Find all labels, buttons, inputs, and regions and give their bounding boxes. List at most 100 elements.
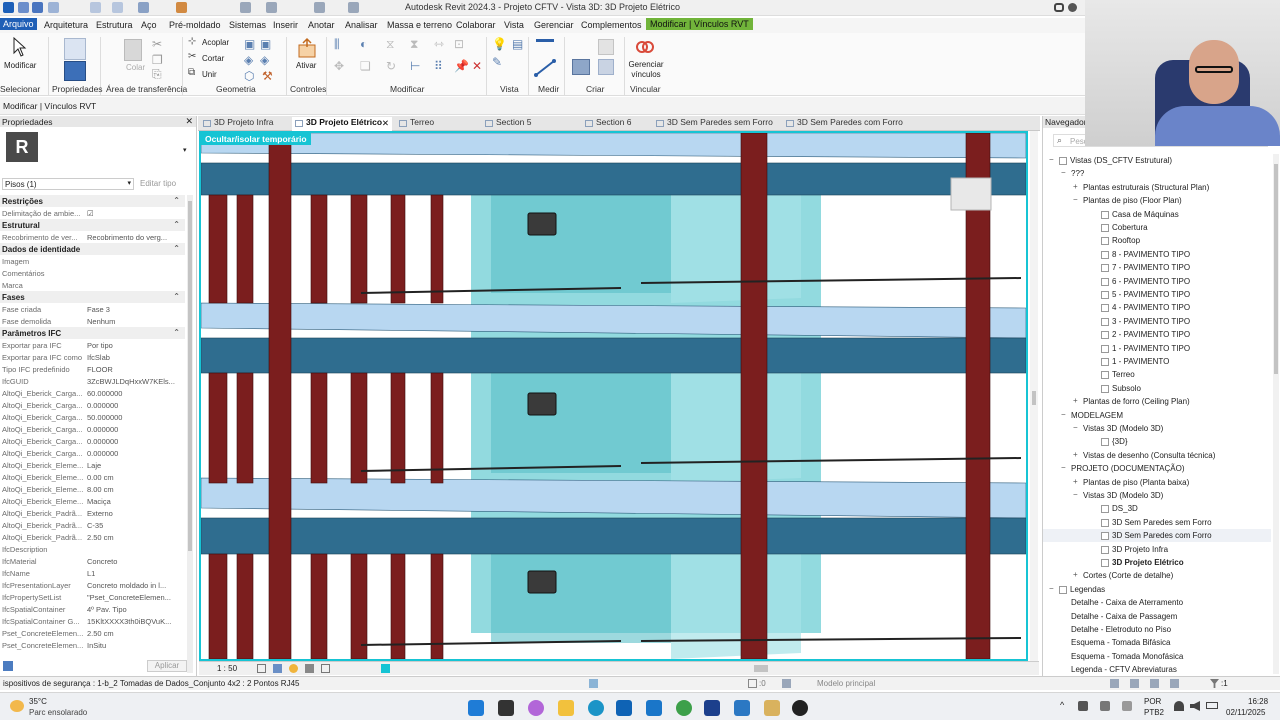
property-section[interactable]: Estrutural ⌃ [0,219,185,231]
edit-type-button[interactable]: Editar tipo [140,179,176,188]
expand-toggle-icon[interactable]: − [1061,168,1066,177]
navigator-item[interactable]: Subsolo [1043,382,1271,395]
property-section[interactable]: Fases ⌃ [0,291,185,303]
acoplar-icon[interactable]: ⊹ [188,36,196,47]
file-explorer-icon[interactable] [558,700,574,716]
tray-icon[interactable] [1078,701,1088,711]
offset-icon[interactable]: ◐ [360,37,367,51]
close-icon[interactable]: ✕ [185,116,193,127]
navigator-item[interactable]: −??? [1043,167,1271,180]
geometry-tool-icon[interactable]: ▣ [244,37,255,51]
property-value[interactable]: Por tipo [87,341,177,350]
navigator-item[interactable]: 3D Sem Paredes com Forro [1043,529,1271,543]
property-value[interactable]: 2.50 cm [87,533,177,542]
navigator-item[interactable]: 3D Projeto Elétrico [1043,556,1271,569]
navigator-item[interactable]: + Vistas de desenho (Consulta técnica) [1043,449,1271,462]
create-group-icon[interactable] [598,59,614,75]
status-tool-icon[interactable] [1170,679,1179,688]
geometry-tool-icon[interactable]: ◈ [260,53,269,67]
navigator-item[interactable]: Cobertura [1043,221,1271,234]
collapse-icon[interactable]: ⌃ [173,244,180,253]
property-row[interactable]: AltoQi_Eberick_Carga... 0.000000 [0,423,185,435]
navigator-item[interactable]: Terreo [1043,368,1271,381]
property-value[interactable]: C-35 [87,521,177,530]
property-row[interactable]: IfcMaterial Concreto [0,555,185,567]
expand-toggle-icon[interactable]: + [1073,450,1078,459]
dimension-tool-icon[interactable] [534,59,556,77]
property-row[interactable]: IfcDescription [0,543,185,555]
scrollbar-thumb[interactable] [1274,164,1278,374]
property-row[interactable]: AltoQi_Eberick_Carga... 0.000000 [0,447,185,459]
property-row[interactable]: AltoQi_Eberick_Carga... 0.000000 [0,399,185,411]
scale-icon[interactable]: ⊡ [454,37,464,51]
property-value[interactable]: InSitu [87,641,177,650]
visual-style-icon[interactable] [273,664,282,673]
navigator-item[interactable]: + Plantas de piso (Planta baixa) [1043,476,1271,489]
battery-icon[interactable] [1206,702,1218,709]
property-row[interactable]: AltoQi_Eberick_Carga... 0.000000 [0,435,185,447]
property-value[interactable]: Maciça [87,497,177,506]
property-row[interactable]: Imagem [0,255,185,267]
property-value[interactable]: 0.000000 [87,425,177,434]
expand-toggle-icon[interactable]: − [1073,490,1078,499]
expand-toggle-icon[interactable]: + [1073,570,1078,579]
trim-icon[interactable]: ⊢ [410,59,420,73]
create-parts-icon[interactable] [598,39,614,55]
navigator-item[interactable]: − Plantas de piso (Floor Plan) [1043,194,1271,207]
property-value[interactable]: Nenhum [87,317,177,326]
viewport-vscrollbar[interactable] [1030,131,1038,661]
binoculars-icon[interactable] [1054,3,1064,12]
geometry-tool-icon[interactable]: ◈ [244,53,253,67]
property-row[interactable]: AltoQi_Eberick_Padrã... 2.50 cm [0,531,185,543]
property-value[interactable]: 0.00 cm [87,473,177,482]
tray-icon[interactable] [1100,701,1110,711]
navigator-item[interactable]: + Plantas de forro (Ceiling Plan) [1043,395,1271,408]
match-icon[interactable]: ⎘ [152,67,162,82]
status-tool-icon[interactable] [1130,679,1139,688]
navigator-item[interactable]: − Vistas 3D (Modelo 3D) [1043,422,1271,435]
navigator-item[interactable]: 3D Sem Paredes sem Forro [1043,516,1271,529]
notepad-icon[interactable] [764,700,780,716]
navigator-item[interactable]: {3D} [1043,435,1271,448]
type-properties-icon[interactable] [64,61,86,81]
navigator-scrollbar[interactable] [1273,154,1279,674]
outlook-icon[interactable] [616,700,632,716]
expand-toggle-icon[interactable]: − [1061,463,1066,472]
property-row[interactable]: IfcPresentationLayer Concreto moldado in … [0,579,185,591]
app-icon[interactable] [734,700,750,716]
menu-estrutura[interactable]: Estrutura [96,20,133,30]
apply-button[interactable]: Aplicar [147,660,187,672]
property-row[interactable]: AltoQi_Eberick_Eleme... Laje [0,459,185,471]
property-row[interactable]: Pset_ConcreteElemen... InSitu [0,639,185,651]
navigator-item[interactable]: 1 - PAVIMENTO TIPO [1043,342,1271,355]
property-value[interactable]: Concreto [87,557,177,566]
ativar-button[interactable]: Ativar [296,61,316,70]
navigator-item[interactable]: 6 - PAVIMENTO TIPO [1043,275,1271,288]
collapse-icon[interactable]: ⌃ [173,220,180,229]
paste-button[interactable]: Colar [126,63,145,72]
hscroll-thumb[interactable] [754,665,768,672]
navigator-item[interactable]: 3 - PAVIMENTO TIPO [1043,315,1271,328]
ativar-icon[interactable] [296,37,318,59]
sun-path-icon[interactable] [289,664,298,673]
property-section[interactable]: Parâmetros IFC ⌃ [0,327,185,339]
acoplar-button[interactable]: Acoplar [202,38,229,47]
navigator-item[interactable]: − PROJETO (DOCUMENTAÇÃO) [1043,462,1271,475]
expand-toggle-icon[interactable]: + [1073,182,1078,191]
detail-level-icon[interactable] [257,664,266,673]
tray-chevron-icon[interactable]: ^ [1060,700,1064,710]
rotate-icon[interactable]: ↻ [386,59,396,73]
property-value[interactable]: IfcSlab [87,353,177,362]
property-value[interactable]: 0.000000 [87,437,177,446]
property-value[interactable]: Concreto moldado in l... [87,581,177,590]
scrollbar-thumb[interactable] [188,201,192,551]
navigator-item[interactable]: 2 - PAVIMENTO TIPO [1043,328,1271,341]
menu-inserir[interactable]: Inserir [273,20,298,30]
mail-icon[interactable] [646,700,662,716]
property-row[interactable]: AltoQi_Eberick_Carga... 60.000000 [0,387,185,399]
weather-icon[interactable] [10,700,24,712]
windows-start-icon[interactable] [468,700,484,716]
tab-section-6[interactable]: Section 6 [582,117,662,131]
expand-toggle-icon[interactable]: − [1073,423,1078,432]
align-icon[interactable]: ⫼ [334,37,340,52]
